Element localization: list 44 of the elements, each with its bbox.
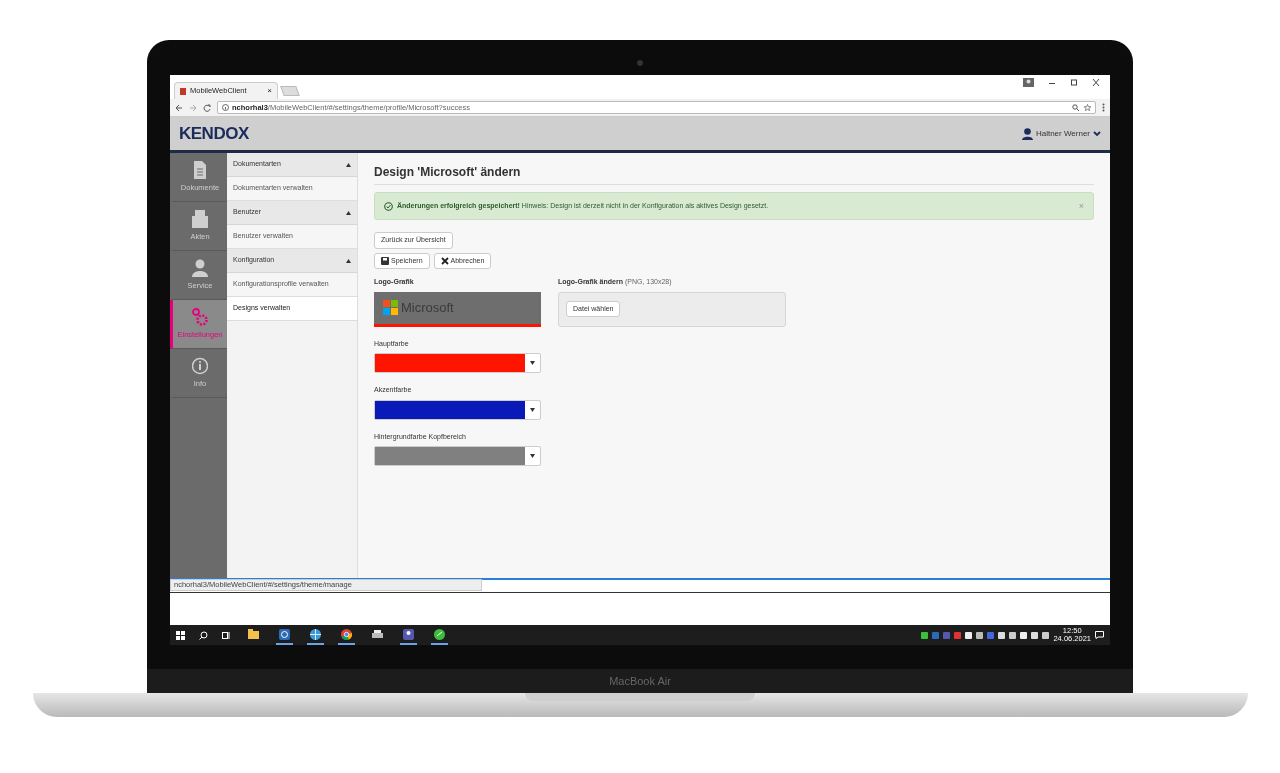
chrome-icon bbox=[341, 628, 352, 640]
close-icon bbox=[440, 256, 449, 265]
back-icon[interactable] bbox=[175, 103, 183, 112]
task-view-icon[interactable] bbox=[222, 630, 231, 640]
info-icon bbox=[192, 356, 208, 375]
page-title: Design 'Microsoft' ändern bbox=[374, 165, 1094, 186]
page-icon bbox=[180, 87, 186, 95]
color-picker[interactable] bbox=[374, 353, 541, 374]
close-icon[interactable] bbox=[1092, 78, 1100, 87]
menu-icon[interactable] bbox=[1102, 103, 1105, 112]
four-squares-icon bbox=[383, 300, 398, 316]
info-icon bbox=[222, 104, 229, 111]
caret-icon bbox=[530, 361, 535, 366]
user-icon bbox=[1021, 127, 1033, 140]
color-picker[interactable] bbox=[374, 446, 541, 467]
start-icon[interactable] bbox=[176, 630, 185, 640]
globe-icon bbox=[310, 628, 321, 640]
check-circle-icon bbox=[384, 201, 393, 211]
document-icon bbox=[192, 160, 208, 179]
folder-icon bbox=[248, 628, 259, 640]
person-icon bbox=[192, 258, 208, 277]
gears-icon bbox=[192, 307, 208, 326]
caret-icon bbox=[1093, 130, 1101, 137]
star-icon[interactable] bbox=[1084, 104, 1091, 111]
maximize-icon[interactable] bbox=[1070, 78, 1078, 87]
monitor-icon bbox=[279, 628, 290, 640]
search-icon[interactable] bbox=[199, 630, 208, 640]
camera-icon bbox=[637, 60, 643, 66]
caret-icon bbox=[530, 407, 535, 412]
notification-icon[interactable] bbox=[1095, 631, 1104, 639]
laptop-label: MacBook Air bbox=[609, 673, 671, 689]
close-icon[interactable]: × bbox=[267, 85, 272, 97]
reload-icon[interactable] bbox=[203, 103, 211, 112]
color-picker[interactable] bbox=[374, 399, 541, 420]
printer-icon bbox=[372, 628, 383, 640]
zoom-icon[interactable] bbox=[1072, 104, 1079, 111]
app-logo: KENDOX bbox=[179, 122, 249, 145]
save-icon bbox=[381, 256, 389, 265]
folder-icon bbox=[192, 209, 208, 228]
people-icon bbox=[403, 628, 414, 640]
caret-icon bbox=[530, 454, 535, 459]
user-icon[interactable] bbox=[1023, 78, 1034, 87]
user-menu[interactable]: Haltner Werner bbox=[1021, 127, 1101, 140]
ball-icon bbox=[434, 628, 445, 640]
